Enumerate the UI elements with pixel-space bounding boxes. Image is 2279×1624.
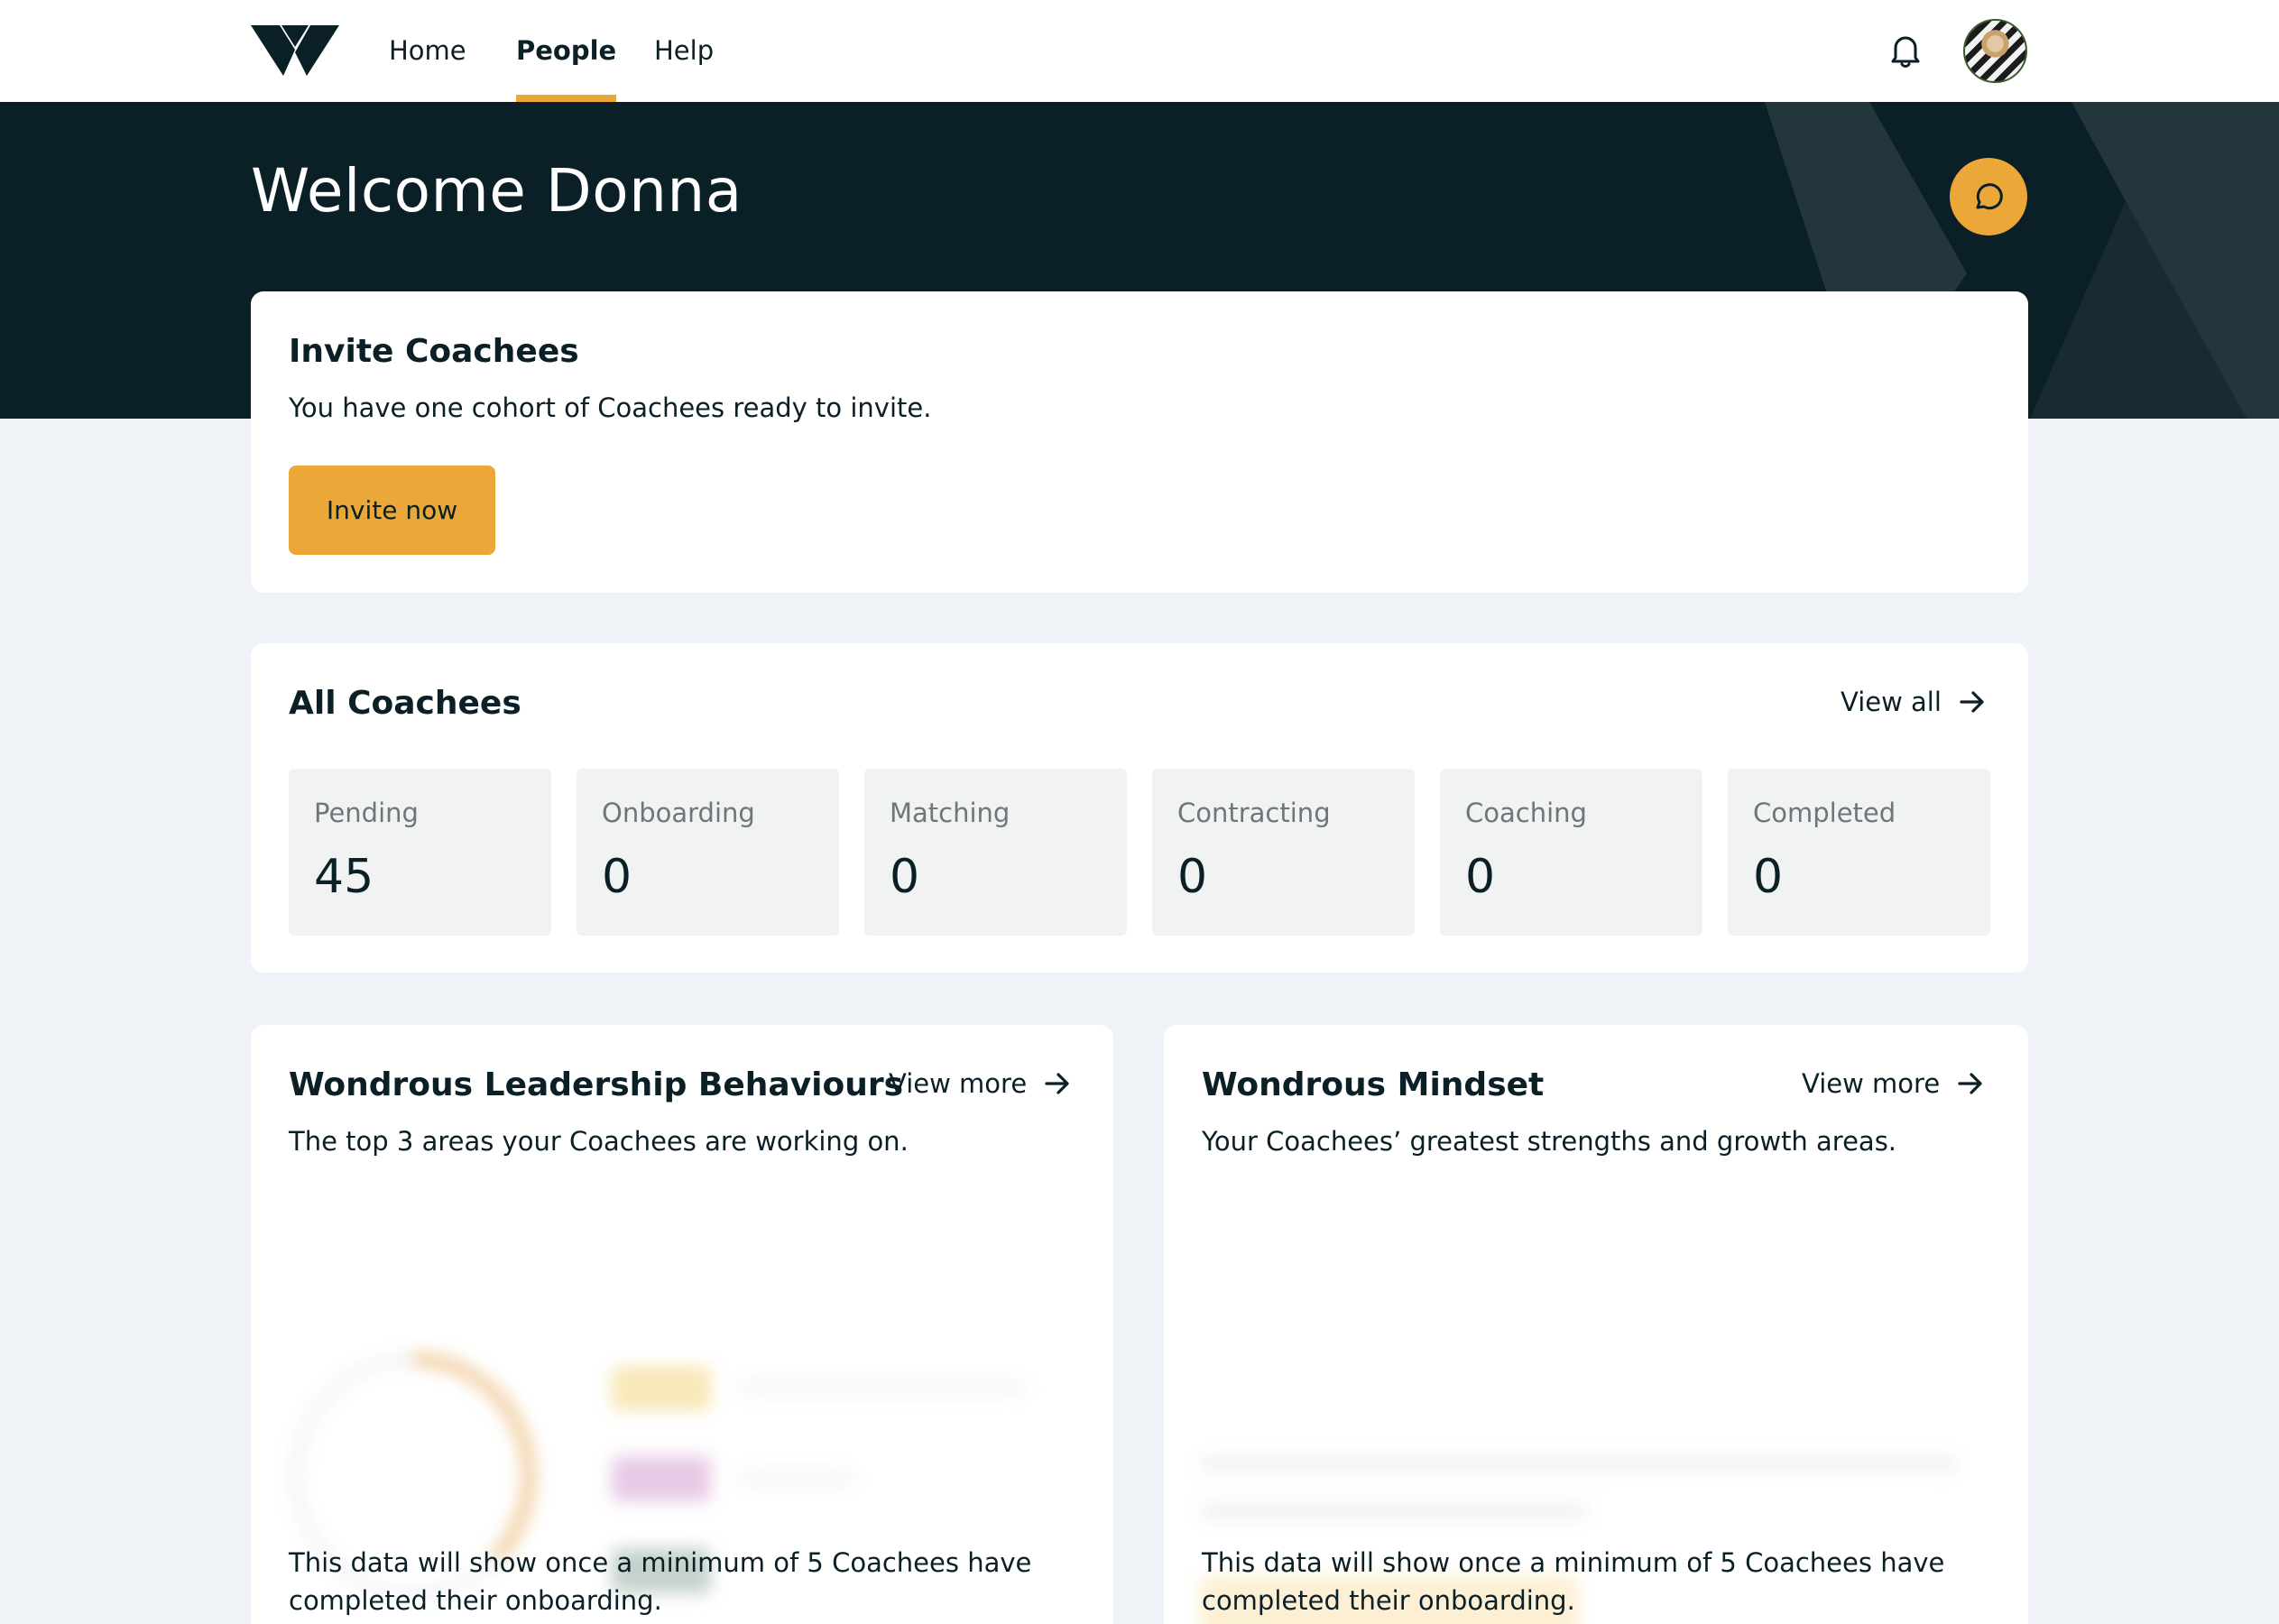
arrow-right-icon: [1045, 1073, 1069, 1094]
invite-coachees-card: Invite Coachees You have one cohort of C…: [251, 291, 2028, 593]
mindset-view-more-link[interactable]: View more: [1802, 1068, 1985, 1099]
stat-label: Pending: [314, 798, 419, 828]
stat-value: 0: [1177, 850, 1208, 904]
arrow-right-icon: [1960, 691, 1984, 713]
chat-icon: [1976, 183, 2003, 210]
stat-value: 0: [1753, 850, 1784, 904]
stat-coaching[interactable]: Coaching 0: [1440, 769, 1702, 936]
stat-value: 0: [890, 850, 920, 904]
bell-icon[interactable]: [1886, 31, 1925, 70]
leadership-data-notice: This data will show once a minimum of 5 …: [289, 1547, 1032, 1616]
view-more-label: View more: [889, 1068, 1028, 1099]
nav-people[interactable]: People: [516, 0, 617, 102]
invite-now-button[interactable]: Invite now: [289, 466, 495, 555]
mindset-title: Wondrous Mindset: [1202, 1066, 1545, 1103]
nav-help[interactable]: Help: [654, 0, 714, 102]
stat-label: Matching: [890, 798, 1010, 828]
all-coachees-card: All Coachees View all Pending 45 Onboard…: [251, 643, 2028, 973]
top-navigation: Home People Help: [0, 0, 2279, 102]
mindset-subtitle: Your Coachees’ greatest strengths and gr…: [1202, 1126, 1897, 1157]
stat-label: Contracting: [1177, 798, 1331, 828]
logo-icon[interactable]: [251, 25, 339, 76]
arrow-right-icon: [1958, 1073, 1982, 1094]
stat-matching[interactable]: Matching 0: [864, 769, 1127, 936]
leadership-title: Wondrous Leadership Behaviours: [289, 1066, 904, 1103]
stat-label: Completed: [1753, 798, 1896, 828]
leadership-view-more-link[interactable]: View more: [889, 1068, 1072, 1099]
leadership-behaviours-card: Wondrous Leadership Behaviours View more…: [251, 1025, 1113, 1624]
stat-pending[interactable]: Pending 45: [289, 769, 551, 936]
view-all-link[interactable]: View all: [1841, 687, 1987, 717]
view-more-label: View more: [1802, 1068, 1941, 1099]
stat-completed[interactable]: Completed 0: [1728, 769, 1990, 936]
all-coachees-title: All Coachees: [289, 685, 521, 722]
stat-onboarding[interactable]: Onboarding 0: [577, 769, 839, 936]
invite-title: Invite Coachees: [289, 333, 579, 370]
leadership-subtitle: The top 3 areas your Coachees are workin…: [289, 1126, 909, 1157]
stat-value: 45: [314, 850, 374, 904]
stat-value: 0: [1465, 850, 1496, 904]
page-title: Welcome Donna: [251, 156, 743, 226]
invite-text: You have one cohort of Coachees ready to…: [289, 392, 932, 423]
nav-home[interactable]: Home: [389, 0, 466, 102]
chat-button[interactable]: [1950, 158, 2027, 235]
avatar[interactable]: [1963, 19, 2027, 83]
stat-label: Coaching: [1465, 798, 1587, 828]
stat-label: Onboarding: [602, 798, 755, 828]
view-all-label: View all: [1841, 687, 1942, 717]
stat-value: 0: [602, 850, 632, 904]
stat-contracting[interactable]: Contracting 0: [1152, 769, 1415, 936]
mindset-card: Wondrous Mindset View more Your Coachees…: [1164, 1025, 2028, 1624]
mindset-data-notice: This data will show once a minimum of 5 …: [1202, 1547, 1945, 1616]
